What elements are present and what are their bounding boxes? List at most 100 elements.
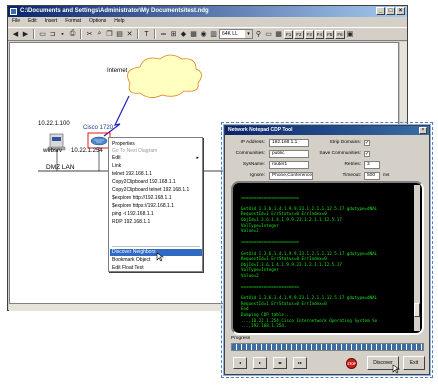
sysname-input[interactable]: router1	[269, 161, 309, 169]
retries-input[interactable]: 3	[364, 161, 380, 169]
toolbar-separator	[137, 29, 139, 39]
nav-last-button[interactable]: ▸▸	[293, 357, 307, 369]
communities-input[interactable]: public	[269, 150, 309, 158]
terminal-output: ======================= GetOid 1.3.6.1.4.…	[241, 189, 411, 329]
delete-icon[interactable]: ✕	[125, 30, 134, 39]
find-icon[interactable]: ⌕	[95, 30, 104, 39]
router-icon[interactable]: ▭	[264, 30, 273, 39]
zoom-value: 64K LL	[222, 31, 238, 37]
toolbar-separator	[33, 29, 35, 39]
app-icon	[10, 8, 17, 15]
exit-icon[interactable]: ▣	[346, 30, 355, 39]
f4-button[interactable]: F4	[314, 29, 325, 39]
dialog-close-button[interactable]: ×	[419, 127, 427, 134]
nav-first-button[interactable]: ◂	[233, 357, 247, 369]
nav-prev-button[interactable]: ▸	[253, 357, 267, 369]
f3-button[interactable]: F3	[304, 29, 314, 39]
router-icon	[87, 132, 111, 149]
window-controls: _ □ ×	[376, 7, 405, 15]
menu-insert[interactable]: Insert	[45, 17, 58, 26]
layer-icon[interactable]: ▥	[209, 30, 218, 39]
menu-item-ping[interactable]: ping -t 192.168.1.1	[112, 211, 200, 218]
toolbar-separator	[80, 29, 82, 39]
ip-address-label: IP Address:	[240, 140, 265, 145]
context-menu: Properties Go To Next Diagram Edit ▸ Lin…	[108, 137, 203, 272]
paste-icon[interactable]: ▤	[115, 30, 124, 39]
exit-button[interactable]: Exit	[403, 356, 425, 370]
menu-item-link[interactable]: Link	[112, 163, 200, 170]
menu-bar: File Edit Insert Format Options Help	[8, 17, 407, 26]
internet-cloud	[127, 54, 202, 98]
timeout-input[interactable]: 500	[364, 172, 380, 180]
forward-icon[interactable]: ▶	[21, 30, 30, 39]
internet-label: Internet	[107, 68, 128, 74]
strip-domains-checkbox[interactable]: ✓	[364, 140, 370, 146]
sysname-label: SysName:	[242, 162, 265, 167]
ignore-label: Ignore:	[250, 173, 265, 178]
retries-label: Retries:	[344, 162, 361, 167]
menu-item-explore-https[interactable]: $explore https://192.168.1.1	[112, 203, 200, 210]
zoom-select[interactable]: 64K LL ▾	[219, 29, 253, 39]
maximize-button[interactable]: □	[386, 7, 395, 15]
menu-item-go-to-next-diagram: Go To Next Diagram	[112, 148, 158, 154]
ip-address-input[interactable]: 192.168.1.1	[269, 139, 309, 147]
menu-item-copy-ip[interactable]: Copy2Clipboard 192.168.1.1	[112, 179, 200, 186]
nav-next-button[interactable]: ◂▸	[273, 357, 287, 369]
stop-button[interactable]: STOP	[346, 358, 357, 369]
terminal-scroll-thumb[interactable]	[414, 303, 420, 317]
back-icon[interactable]: ◀	[11, 30, 20, 39]
window-title: C:\Documents and Settings\Administrator\…	[20, 8, 209, 14]
object-icon[interactable]: ◉	[199, 30, 208, 39]
close-button[interactable]: ×	[396, 7, 405, 15]
menu-item-properties[interactable]: Properties	[112, 141, 200, 148]
progress-fill	[232, 344, 423, 350]
line-icon[interactable]: ═	[159, 30, 168, 39]
menu-item-rdp[interactable]: RDP 192.168.1.1	[112, 219, 200, 226]
color-icon[interactable]: ▦	[189, 30, 198, 39]
new-icon[interactable]: ▭	[38, 30, 47, 39]
menu-edit[interactable]: Edit	[28, 17, 37, 26]
menu-item-telnet[interactable]: telnet 192.168.1.1	[112, 171, 200, 178]
save-icon[interactable]: ▪	[58, 30, 67, 39]
connector-icon[interactable]: ⊞	[169, 30, 178, 39]
strip-domains-label: Strip Domains:	[329, 140, 361, 145]
binoculars-icon[interactable]: ⚲	[254, 30, 263, 39]
terminal-scrollbar[interactable]	[414, 185, 420, 331]
menu-format[interactable]: Format	[65, 17, 81, 26]
menu-item-explore-http[interactable]: $explore http://192.168.1.1	[112, 195, 200, 202]
ignore-input[interactable]: Phone,Conference	[269, 172, 313, 180]
f6-button[interactable]: F6	[335, 29, 345, 39]
submenu-arrow-icon: ▸	[196, 155, 199, 161]
minimize-button[interactable]: _	[376, 7, 385, 15]
menu-separator	[112, 246, 200, 247]
menu-file[interactable]: File	[12, 17, 20, 26]
router-model-label: Cisco 1720	[83, 125, 114, 131]
f5-button[interactable]: F5	[325, 29, 335, 39]
grid-icon[interactable]: ▦	[274, 30, 283, 39]
menu-item-edit-float-text[interactable]: Edit Float Text	[112, 265, 200, 272]
output-terminal[interactable]: ======================= GetOid 1.3.6.1.4.…	[231, 181, 424, 335]
f2-button[interactable]: F2	[294, 29, 304, 39]
chevron-down-icon: ▾	[245, 30, 252, 38]
lan-label: DMZ LAN	[46, 164, 75, 171]
copy-icon[interactable]: ❐	[105, 30, 114, 39]
toolbar: ◀ ▶ ▭ ⊐ ▪ ⎙ ✂ ⌕ ❐ ▤ ✕ T ═ ⊞ ◆ ▦ ◉ ▥ 64K …	[8, 27, 407, 41]
dialog-title: Network Notepad CDP Tool	[225, 126, 429, 135]
save-communities-checkbox[interactable]: ✓	[364, 151, 370, 157]
print-icon[interactable]: ⎙	[68, 30, 77, 39]
menu-item-copy-telnet[interactable]: Copy2Clipboard telnet 192.168.1.1	[112, 187, 200, 194]
cursor-icon	[392, 364, 400, 374]
menu-item-edit[interactable]: Edit	[112, 155, 200, 162]
shape-icon[interactable]: ◆	[179, 30, 188, 39]
f1-button[interactable]: F1	[284, 29, 294, 39]
menu-help[interactable]: Help	[114, 17, 124, 26]
progress-label: Progress	[231, 336, 251, 341]
communities-label: Communities:	[235, 151, 265, 156]
text-icon[interactable]: T	[142, 30, 151, 39]
cut-icon[interactable]: ✂	[85, 30, 94, 39]
menu-options[interactable]: Options	[89, 17, 106, 26]
server-ip-label: 10.22.1.100	[38, 121, 70, 127]
timeout-label: Timeout:	[342, 173, 361, 178]
open-icon[interactable]: ⊐	[48, 30, 57, 39]
terminal-line: ...,192.168.1.254,	[241, 323, 287, 329]
